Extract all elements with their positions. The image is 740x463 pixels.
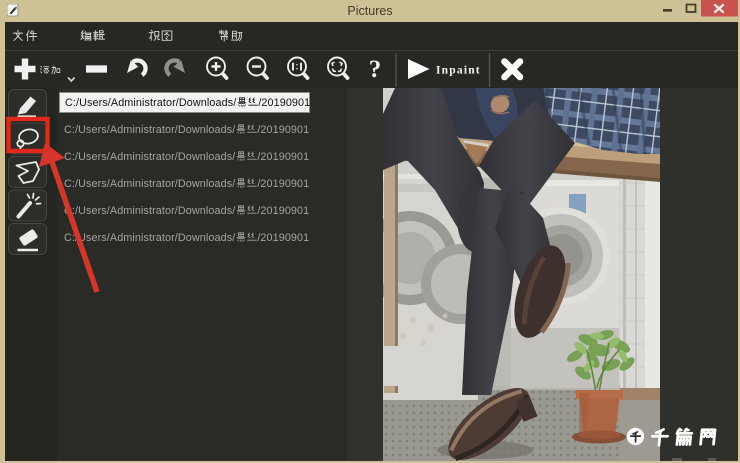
svg-text:Inpaint: Inpaint [436, 64, 481, 76]
svg-text:?: ? [369, 56, 382, 83]
